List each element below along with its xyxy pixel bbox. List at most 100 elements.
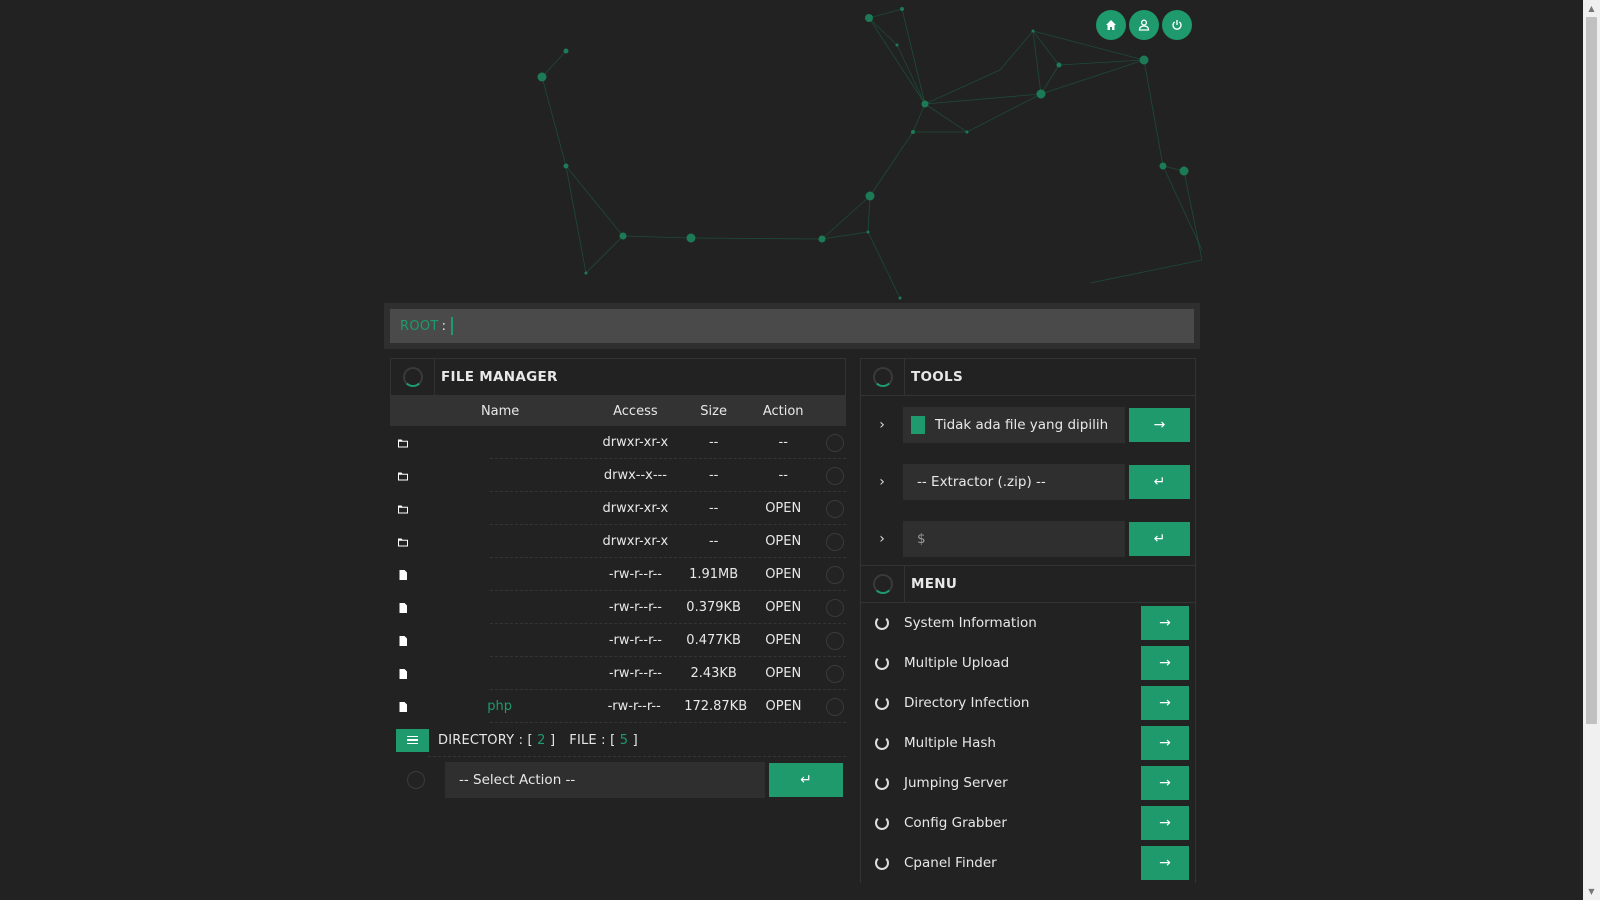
- extractor-row: › -- Extractor (.zip) -- ↵: [861, 453, 1195, 510]
- user-button[interactable]: [1129, 10, 1159, 40]
- root-label: ROOT: [400, 318, 439, 334]
- file-action-link[interactable]: OPEN: [742, 501, 825, 516]
- menu-item: Cpanel Finder →: [861, 843, 1195, 883]
- menu-item-go-button[interactable]: →: [1141, 686, 1189, 720]
- table-row[interactable]: drwx--x--- -- --: [390, 459, 846, 492]
- spinner-cell: [861, 359, 905, 395]
- menu-title: MENU: [911, 576, 958, 592]
- folder-icon: [390, 470, 415, 482]
- menu-item-label: Cpanel Finder: [904, 855, 997, 871]
- menu-header: MENU: [860, 565, 1196, 603]
- row-checkbox[interactable]: [826, 631, 845, 650]
- file-count: FILE : [ 5 ]: [569, 732, 638, 748]
- file-action-link[interactable]: OPEN: [742, 666, 825, 681]
- menu-item-go-button[interactable]: →: [1141, 766, 1189, 800]
- command-submit-button[interactable]: ↵: [1129, 521, 1190, 556]
- submit-action-button[interactable]: ↵: [769, 763, 843, 797]
- table-row[interactable]: -rw-r--r-- 2.43KB OPEN: [390, 657, 846, 690]
- chevron-right-icon: ›: [879, 473, 885, 490]
- file-picker-icon: [911, 415, 925, 434]
- spinner-cell: [861, 566, 905, 602]
- loader-ring-icon: [875, 776, 889, 790]
- file-action-link[interactable]: OPEN: [742, 534, 825, 549]
- chevron-right-icon: ›: [879, 416, 885, 433]
- command-input[interactable]: $: [903, 520, 1125, 557]
- spinner-cell: [391, 359, 435, 395]
- file-action-link[interactable]: OPEN: [742, 633, 825, 648]
- file-icon: [390, 701, 415, 713]
- extractor-submit-button[interactable]: ↵: [1129, 464, 1190, 499]
- loading-spinner-icon: [872, 574, 893, 594]
- menu-item-label: Config Grabber: [904, 815, 1007, 831]
- home-button[interactable]: [1096, 10, 1126, 40]
- table-row[interactable]: drwxr-xr-x -- OPEN: [390, 492, 846, 525]
- file-size: --: [708, 501, 719, 516]
- table-row[interactable]: drwxr-xr-x -- --: [390, 426, 846, 459]
- row-checkbox[interactable]: [826, 499, 845, 518]
- row-checkbox[interactable]: [826, 697, 845, 716]
- file-icon: [390, 569, 415, 581]
- tools-title: TOOLS: [911, 369, 963, 385]
- file-manager-title: FILE MANAGER: [441, 369, 558, 385]
- file-size: --: [708, 468, 719, 483]
- file-size: 2.43KB: [690, 666, 737, 681]
- file-manager-header: FILE MANAGER: [390, 358, 846, 396]
- file-permissions: -rw-r--r--: [607, 699, 661, 714]
- menu-item-go-button[interactable]: →: [1141, 846, 1189, 880]
- menu-item-go-button[interactable]: →: [1141, 806, 1189, 840]
- root-path-bar[interactable]: ROOT :: [390, 309, 1194, 343]
- file-permissions: drwx--x---: [603, 468, 667, 483]
- path-caret: [451, 317, 454, 335]
- row-checkbox[interactable]: [826, 598, 845, 617]
- row-checkbox[interactable]: [826, 466, 845, 485]
- page-scrollbar[interactable]: ▲ ▼: [1583, 0, 1600, 900]
- menu-item: Config Grabber →: [861, 803, 1195, 843]
- table-row[interactable]: drwxr-xr-x -- OPEN: [390, 525, 846, 558]
- menu-item-label: Multiple Upload: [904, 655, 1010, 671]
- upload-submit-button[interactable]: →: [1129, 407, 1190, 442]
- file-upload-input[interactable]: Tidak ada file yang dipilih: [903, 406, 1125, 443]
- row-checkbox[interactable]: [826, 433, 845, 452]
- file-action-link[interactable]: --: [742, 435, 825, 450]
- scrollbar-thumb[interactable]: [1586, 17, 1597, 724]
- row-checkbox[interactable]: [826, 532, 845, 551]
- menu-item-go-button[interactable]: →: [1141, 606, 1189, 640]
- file-size: --: [708, 534, 719, 549]
- row-checkbox[interactable]: [826, 664, 845, 683]
- select-action-dropdown[interactable]: -- Select Action --: [445, 762, 765, 798]
- table-row[interactable]: -rw-r--r-- 1.91MB OPEN: [390, 558, 846, 591]
- file-action-link[interactable]: --: [742, 468, 825, 483]
- upload-status-text: Tidak ada file yang dipilih: [935, 416, 1109, 433]
- loader-ring-icon: [875, 856, 889, 870]
- file-permissions: -rw-r--r--: [608, 567, 662, 582]
- menu-item-go-button[interactable]: →: [1141, 726, 1189, 760]
- file-action-link[interactable]: OPEN: [742, 567, 825, 582]
- loader-ring-icon: [875, 816, 889, 830]
- extractor-dropdown[interactable]: -- Extractor (.zip) --: [903, 463, 1125, 500]
- folder-icon: [390, 536, 415, 548]
- table-row[interactable]: php -rw-r--r-- 172.87KB OPEN: [390, 690, 846, 723]
- power-icon: [1172, 20, 1182, 30]
- file-icon: [390, 635, 415, 647]
- select-all-checkbox[interactable]: [407, 771, 425, 789]
- scroll-down-icon[interactable]: ▼: [1583, 883, 1600, 900]
- column-name: Name: [480, 403, 520, 419]
- file-table-body: drwxr-xr-x -- -- drwx--x--- -- -- drwxr-xr-x --…: [390, 426, 846, 723]
- table-row[interactable]: -rw-r--r-- 0.379KB OPEN: [390, 591, 846, 624]
- row-checkbox[interactable]: [826, 565, 845, 584]
- scroll-up-icon[interactable]: ▲: [1583, 0, 1600, 17]
- file-name-link[interactable]: php: [415, 699, 584, 714]
- menu-item-go-button[interactable]: →: [1141, 646, 1189, 680]
- power-button[interactable]: [1162, 10, 1192, 40]
- file-table-header: Name Access Size Action: [390, 396, 846, 426]
- file-action-link[interactable]: OPEN: [742, 699, 825, 714]
- hamburger-menu-button[interactable]: [396, 728, 429, 752]
- table-row[interactable]: -rw-r--r-- 0.477KB OPEN: [390, 624, 846, 657]
- menu-panel: MENU System Information → Multiple Upload →…: [860, 565, 1196, 883]
- loading-spinner-icon: [402, 367, 423, 387]
- column-access: Access: [613, 403, 658, 419]
- file-action-link[interactable]: OPEN: [742, 600, 825, 615]
- bulk-action-row: -- Select Action -- ↵: [390, 757, 846, 803]
- file-icon: [390, 602, 415, 614]
- loader-ring-icon: [875, 656, 889, 670]
